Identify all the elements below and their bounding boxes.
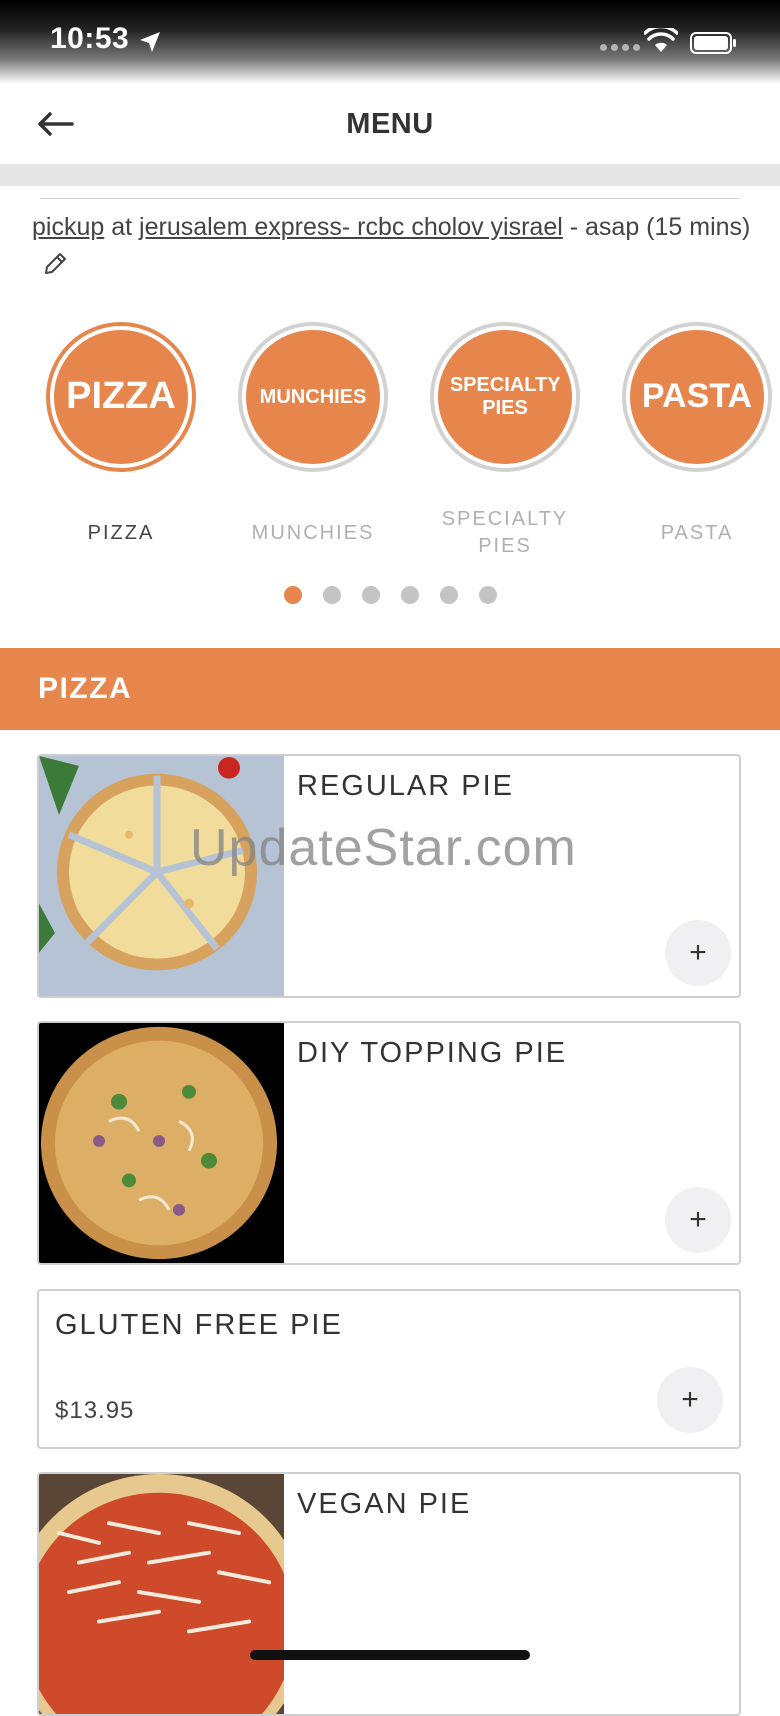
category-circle-specialty-pies: SPECIALTY PIES: [434, 326, 576, 468]
item-name: GLUTEN FREE PIE: [55, 1309, 343, 1341]
category-label-munchies: MUNCHIES: [251, 522, 375, 544]
category-specialty-pies[interactable]: SPECIALTY PIES SPECIALTY PIES: [415, 320, 595, 560]
item-name: DIY TOPPING PIE: [297, 1037, 568, 1069]
menu-item-card[interactable]: DIY TOPPING PIE +: [37, 1021, 741, 1265]
pickup-time-text: - asap (15 mins): [569, 213, 751, 241]
category-label-specialty-pies: SPECIALTY PIES: [441, 508, 569, 557]
divider-line: [40, 198, 740, 199]
category-pasta[interactable]: PASTA PASTA: [607, 320, 780, 547]
pagination-dot[interactable]: [322, 586, 341, 604]
plus-icon: +: [689, 936, 707, 969]
plus-icon: +: [681, 1383, 699, 1416]
category-label-pasta: PASTA: [660, 522, 734, 544]
category-pizza[interactable]: PIZZA PIZZA: [31, 320, 211, 547]
menu-item-card[interactable]: GLUTEN FREE PIE $13.95 +: [37, 1289, 741, 1449]
category-munchies[interactable]: MUNCHIES MUNCHIES: [223, 320, 403, 547]
pickup-at-text: at: [111, 213, 133, 241]
pagination-dot[interactable]: [361, 586, 380, 604]
section-header: PIZZA: [0, 648, 780, 730]
category-carousel[interactable]: PIZZA PIZZA MUNCHIES MUNCHIES SPECIALTY …: [0, 320, 780, 560]
pickup-mode-link[interactable]: pickup: [32, 213, 104, 241]
category-circle-pasta: PASTA: [626, 326, 768, 468]
category-circle-pizza: PIZZA: [50, 326, 192, 468]
location-arrow-icon: [140, 32, 160, 52]
item-name: VEGAN PIE: [297, 1488, 472, 1520]
item-price: $13.95: [55, 1397, 135, 1424]
vegan-pie-image: [39, 1474, 284, 1714]
home-indicator[interactable]: [250, 1650, 530, 1660]
menu-item-card[interactable]: VEGAN PIE: [37, 1472, 741, 1716]
pencil-edit-icon[interactable]: [42, 251, 68, 277]
status-time: 10:53: [50, 22, 130, 55]
header-divider: [0, 164, 780, 186]
wifi-icon: [644, 28, 678, 52]
regular-pie-image: [39, 756, 284, 996]
status-bar: 10:53: [0, 0, 780, 84]
pagination-dot[interactable]: [478, 586, 497, 604]
add-item-button[interactable]: +: [657, 1367, 723, 1433]
carousel-pagination[interactable]: [0, 586, 780, 604]
menu-item-card[interactable]: REGULAR PIE +: [37, 754, 741, 998]
page-title: MENU: [346, 108, 434, 140]
pagination-dot[interactable]: [400, 586, 419, 604]
pagination-dot[interactable]: [283, 586, 302, 604]
pagination-dot[interactable]: [439, 586, 458, 604]
add-item-button[interactable]: +: [665, 920, 731, 986]
section-title: PIZZA: [38, 672, 133, 705]
battery-icon: [690, 32, 736, 54]
diy-topping-pie-image: [39, 1023, 284, 1263]
category-circle-munchies: MUNCHIES: [242, 326, 384, 468]
cellular-signal-icon: [600, 44, 640, 51]
nav-bar: MENU: [0, 84, 780, 164]
item-name: REGULAR PIE: [297, 770, 514, 802]
category-label-pizza: PIZZA: [87, 522, 155, 544]
plus-icon: +: [689, 1203, 707, 1236]
pickup-location-link[interactable]: jerusalem express- rcbc cholov yisrael: [139, 213, 563, 241]
pickup-info: pickup at jerusalem express- rcbc cholov…: [32, 208, 752, 286]
add-item-button[interactable]: +: [665, 1187, 731, 1253]
